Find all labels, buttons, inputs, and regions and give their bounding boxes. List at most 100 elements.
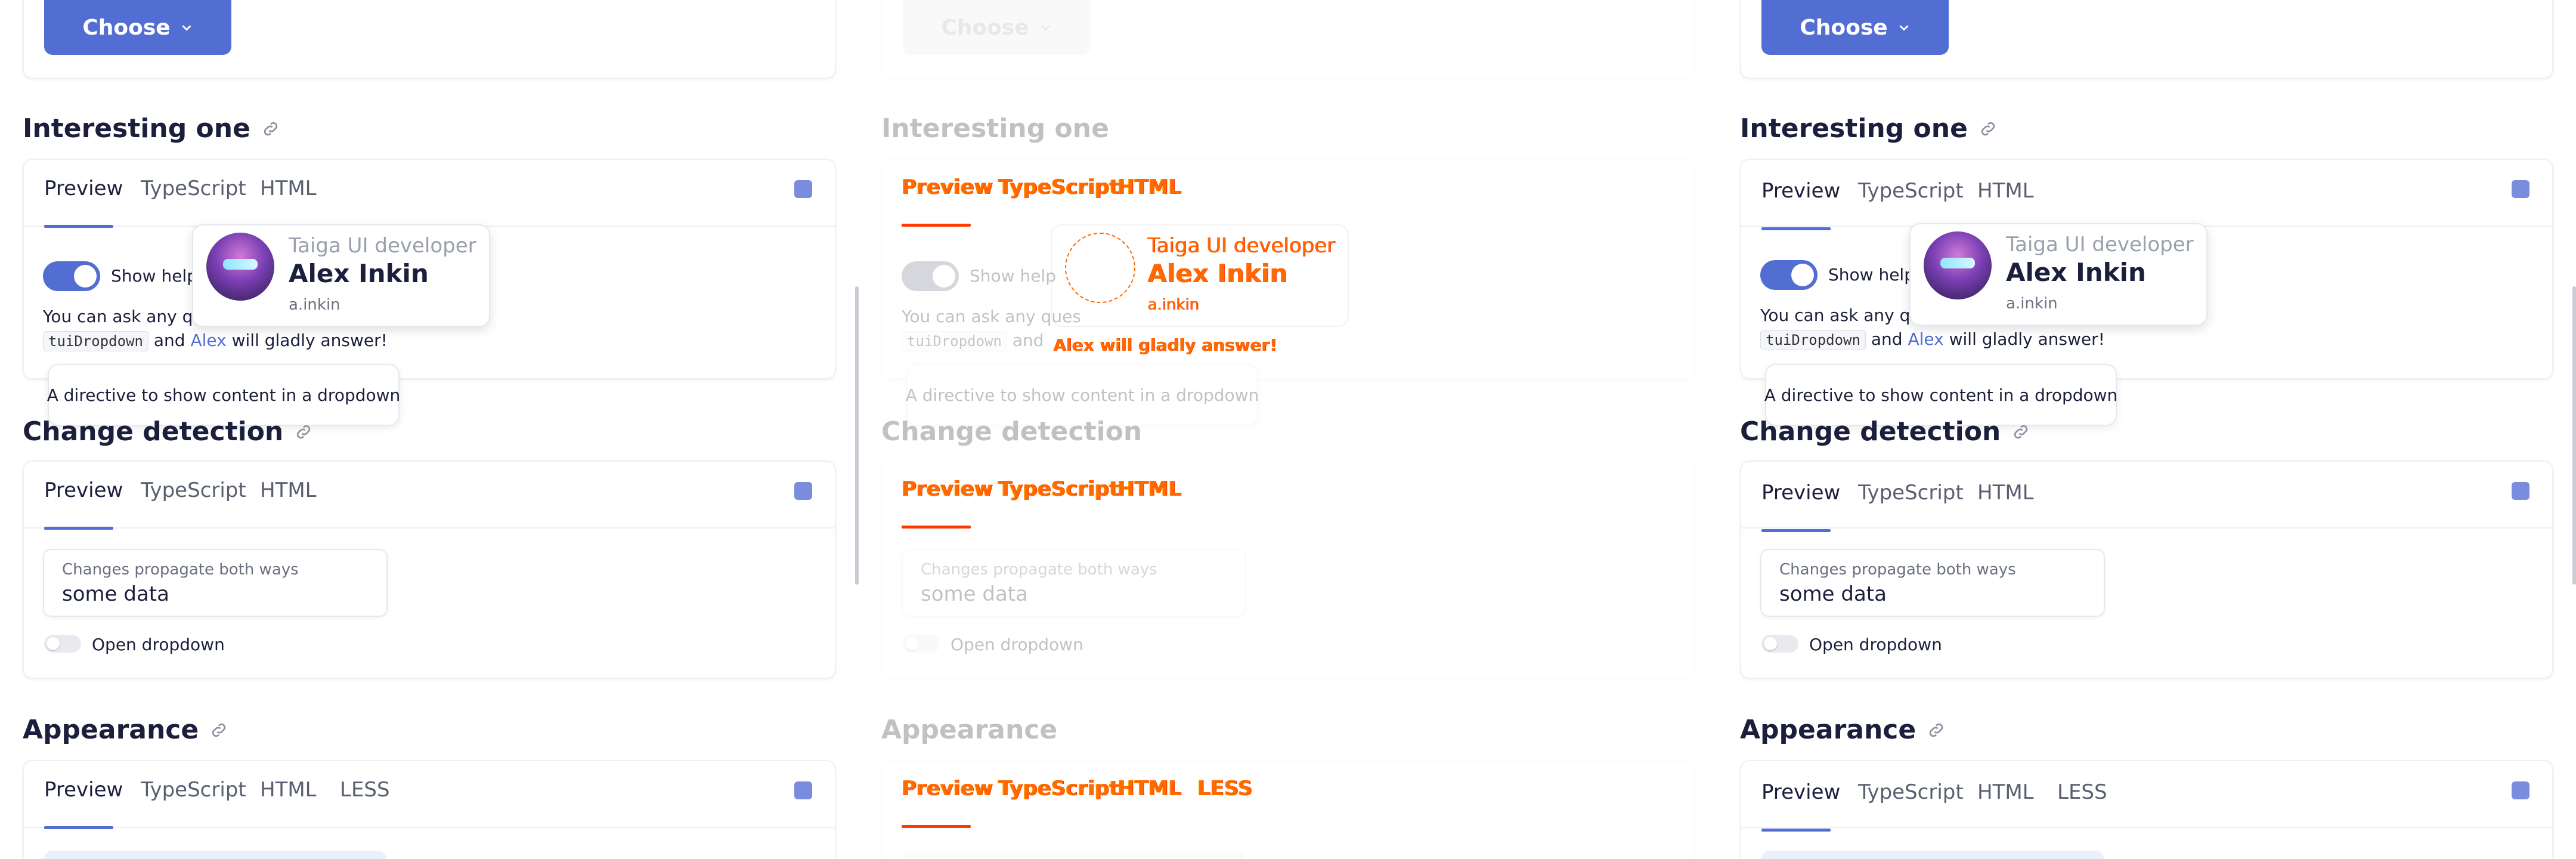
- link-icon[interactable]: [294, 422, 313, 441]
- scrollbar[interactable]: [2572, 286, 2576, 585]
- tab-html[interactable]: HTML: [260, 478, 317, 527]
- tab-html[interactable]: HTML: [260, 177, 317, 225]
- tab-html[interactable]: HTML: [1117, 175, 1181, 224]
- show-help-toggle[interactable]: [1760, 260, 1818, 290]
- show-help-label: Show help: [111, 266, 197, 286]
- tab-typescript[interactable]: TypeScript: [141, 478, 246, 527]
- tab-preview[interactable]: Preview: [902, 477, 993, 529]
- section-title-change: Change detection: [23, 416, 313, 447]
- link-icon[interactable]: [2011, 422, 2030, 441]
- tab-preview[interactable]: Preview: [1761, 481, 1840, 532]
- alex-link[interactable]: Alex: [1053, 335, 1094, 355]
- developer-popover: Taiga UI developer Alex Inkin a.inkin: [192, 224, 490, 327]
- tab-preview[interactable]: Preview: [44, 478, 123, 530]
- tab-typescript[interactable]: TypeScript: [141, 778, 246, 827]
- answer-diff: Alex will gladly answer!: [1053, 335, 1277, 355]
- chevron-down-icon: [182, 25, 191, 31]
- show-help-toggle[interactable]: [43, 261, 100, 291]
- tab-typescript[interactable]: TypeScript: [998, 477, 1119, 526]
- section-title-interesting: Interesting one: [881, 113, 1109, 144]
- link-icon[interactable]: [1979, 119, 1998, 138]
- tabs-appearance: Preview TypeScript HTML LESS: [1741, 761, 2552, 832]
- answer-line: tuiDropdown and Alex will gladly answer!: [1760, 329, 2105, 350]
- section-title-interesting: Interesting one: [23, 113, 280, 144]
- tab-typescript[interactable]: TypeScript: [1858, 481, 1964, 530]
- tab-typescript[interactable]: TypeScript: [1858, 179, 1964, 228]
- tab-typescript[interactable]: TypeScript: [998, 175, 1119, 224]
- active-tab-indicator: [44, 225, 113, 228]
- fullscreen-icon[interactable]: [794, 180, 812, 198]
- open-dropdown-label: Open dropdown: [1809, 635, 1942, 654]
- appearance-preview-stub: [1761, 851, 2104, 859]
- tab-preview[interactable]: Preview: [902, 175, 993, 227]
- active-tab-indicator: [1761, 529, 1831, 532]
- developer-popover: Taiga UI developer Alex Inkin a.inkin: [1909, 223, 2207, 326]
- alex-link[interactable]: Alex: [190, 330, 226, 350]
- section-title-appearance: Appearance: [881, 715, 1058, 745]
- comparison-stage: Choose Interesting one Preview TypeScrip…: [0, 0, 2576, 859]
- tab-preview[interactable]: Preview: [902, 777, 993, 828]
- fullscreen-icon[interactable]: [794, 482, 812, 500]
- tab-html[interactable]: HTML: [1977, 179, 2034, 228]
- fullscreen-icon[interactable]: [794, 781, 812, 799]
- tabs-interesting: Preview TypeScript HTML: [24, 160, 835, 228]
- tab-html[interactable]: HTML: [1977, 481, 2034, 530]
- active-tab-indicator: [902, 825, 971, 828]
- alex-link[interactable]: Alex: [1908, 329, 1943, 349]
- tab-preview[interactable]: Preview: [44, 778, 123, 829]
- section-title-appearance: Appearance: [1740, 715, 1946, 745]
- tab-less[interactable]: LESS: [340, 778, 390, 827]
- show-help-label: Show help: [970, 266, 1056, 286]
- choose-button[interactable]: Choose: [44, 0, 231, 55]
- tab-html[interactable]: HTML: [260, 778, 317, 827]
- tab-typescript[interactable]: TypeScript: [141, 177, 246, 225]
- section-title-appearance: Appearance: [23, 715, 228, 745]
- fullscreen-icon[interactable]: [2512, 180, 2529, 198]
- choose-button[interactable]: Choose: [1761, 0, 1949, 55]
- answer-line: tuiDropdown and Alex will gladly answer!: [43, 330, 388, 351]
- panel-diff: Choose Interesting one Show help You can…: [859, 0, 1717, 859]
- choose-button-label: Choose: [82, 15, 171, 40]
- appearance-preview-stub: [903, 851, 1245, 859]
- tab-preview[interactable]: Preview: [44, 177, 123, 228]
- tabs-appearance-diff: Preview TypeScript HTML LESS: [881, 760, 1692, 828]
- fullscreen-icon[interactable]: [2512, 781, 2529, 799]
- propagate-input[interactable]: Changes propagate both ways some data: [43, 549, 388, 617]
- open-dropdown-label: Open dropdown: [92, 635, 225, 654]
- open-dropdown-toggle[interactable]: [1761, 635, 1798, 653]
- card-appearance: Preview TypeScript HTML LESS: [1740, 760, 2553, 859]
- section-title-change: Change detection: [1740, 416, 2030, 447]
- link-icon[interactable]: [261, 119, 280, 138]
- fullscreen-icon[interactable]: [2512, 482, 2529, 500]
- propagate-input[interactable]: Changes propagate both ways some data: [1760, 549, 2105, 617]
- tab-preview[interactable]: Preview: [1761, 780, 1840, 832]
- open-dropdown-toggle[interactable]: [44, 635, 81, 653]
- tab-html[interactable]: HTML: [1117, 477, 1181, 526]
- active-tab-indicator: [1761, 829, 1831, 832]
- active-tab-indicator: [44, 527, 113, 530]
- avatar: [1924, 231, 1992, 299]
- tab-preview[interactable]: Preview: [1761, 179, 1840, 230]
- choose-button[interactable]: Choose: [903, 0, 1090, 55]
- tab-html[interactable]: HTML: [1977, 780, 2034, 829]
- tab-html[interactable]: HTML: [1117, 777, 1181, 826]
- link-icon[interactable]: [209, 721, 228, 740]
- propagate-input[interactable]: Changes propagate both ways some data: [902, 549, 1246, 617]
- tab-less[interactable]: LESS: [2057, 780, 2107, 829]
- tab-typescript[interactable]: TypeScript: [998, 777, 1119, 826]
- open-dropdown-toggle[interactable]: [903, 635, 940, 653]
- show-help-toggle[interactable]: [902, 261, 959, 291]
- tabs-interesting: Preview TypeScript HTML: [1741, 160, 2552, 230]
- tabs-interesting-diff: Preview TypeScript HTML: [881, 159, 1692, 227]
- tabs-change-diff: Preview TypeScript HTML: [881, 461, 1692, 529]
- card-change: Preview TypeScript HTML Changes propagat…: [1740, 461, 2553, 679]
- link-icon[interactable]: [1927, 721, 1946, 740]
- code-chip: tuiDropdown: [902, 331, 1007, 351]
- section-title-interesting: Interesting one: [1740, 113, 1998, 144]
- chevron-down-icon: [1041, 25, 1050, 31]
- tab-typescript[interactable]: TypeScript: [1858, 780, 1964, 829]
- code-chip: tuiDropdown: [43, 331, 148, 351]
- active-tab-indicator: [44, 826, 113, 829]
- tab-less[interactable]: LESS: [1197, 777, 1252, 826]
- developer-popover: Taiga UI developer Alex Inkin a.inkin: [1051, 224, 1349, 327]
